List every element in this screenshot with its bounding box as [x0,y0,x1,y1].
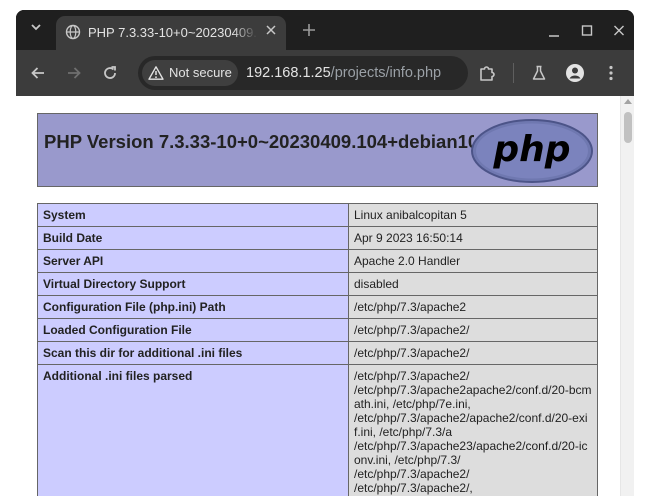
table-row: Virtual Directory Support disabled [37,272,598,296]
table-row: Scan this dir for additional .ini files /… [37,341,598,365]
extensions-puzzle-icon[interactable] [475,61,499,85]
browser-toolbar: Not secure 192.168.1.25/projects/info.ph… [16,50,634,96]
row-label: Build Date [37,226,349,250]
new-tab-plus-icon[interactable] [298,20,320,42]
row-value: /etc/php/7.3/apache2/ /etc/php/7.3/apach… [348,364,598,496]
window-close-icon[interactable] [608,20,630,42]
row-value: disabled [348,272,598,296]
kebab-menu-icon[interactable] [599,61,623,85]
url-path: /projects/info.php [330,65,442,81]
table-row: Configuration File (php.ini) Path/etc/ph… [37,295,598,319]
row-value: Apache 2.0 Handler [348,249,598,273]
browser-window: PHP 7.3.33-10+0~20230409.104+debian10~1.… [16,10,634,496]
table-row: Server API Apache 2.0 Handler [37,249,598,273]
tab-search-chevron-down-icon[interactable] [26,19,46,41]
row-label: Additional .ini files parsed [37,364,349,496]
row-value: /etc/php/7.3/apache2/ [348,318,598,342]
back-arrow-icon[interactable] [26,61,50,85]
maximize-icon[interactable] [576,20,598,42]
toolbar-divider [513,63,514,83]
page-viewport: PHP Version 7.3.33-10+0~20230409.104+deb… [16,96,634,496]
labs-flask-icon[interactable] [527,61,551,85]
forward-arrow-icon[interactable] [62,61,86,85]
row-label: System [37,203,349,227]
php-version-header: PHP Version 7.3.33-10+0~20230409.104+deb… [37,113,598,187]
url-host: 192.168.1.25 [246,65,331,81]
profile-avatar-icon[interactable] [563,61,587,85]
scroll-up-arrow-icon[interactable] [624,99,632,104]
tab-close-icon[interactable] [263,24,279,40]
page-scrollbar[interactable] [620,96,634,496]
row-label: Server API [37,249,349,273]
row-label: Loaded Configuration File [37,318,349,342]
page-title: PHP Version 7.3.33-10+0~20230409.104+deb… [44,131,474,152]
row-label: Scan this dir for additional .ini files [37,341,349,365]
tab-active[interactable]: PHP 7.3.33-10+0~20230409.104+debian10~1.… [56,16,286,50]
scroll-thumb[interactable] [624,112,632,143]
row-value: /etc/php/7.3/apache2/ [348,341,598,365]
minimize-icon[interactable] [543,20,565,42]
tab-title: PHP 7.3.33-10+0~20230409.104+debian10~1.… [88,25,258,40]
reload-icon[interactable] [98,61,122,85]
php-info-table: System Linux anibalcopitan 5 Build Date Apr… [37,203,598,496]
tab-strip: PHP 7.3.33-10+0~20230409.104+debian10~1.… [16,10,634,50]
php-logo: php [471,119,593,183]
globe-icon [65,24,81,40]
security-chip[interactable]: Not secure [142,60,238,86]
warning-triangle-icon [148,66,164,80]
table-row: System Linux anibalcopitan 5 [37,203,598,227]
row-value: Linux anibalcopitan 5 [348,203,598,227]
table-row: Build Date Apr 9 2023 16:50:14 [37,226,598,250]
url-text[interactable]: 192.168.1.25/projects/info.php [246,64,464,82]
table-row: Loaded Configuration File/etc/php/7.3/ap… [37,318,598,342]
address-bar[interactable]: Not secure 192.168.1.25/projects/info.ph… [138,56,468,90]
security-label: Not secure [169,65,232,80]
row-value: /etc/php/7.3/apache2 [348,295,598,319]
table-row: Additional .ini files parsed/etc/php/7.3… [37,364,598,496]
row-label: Virtual Directory Support [37,272,349,296]
row-label: Configuration File (php.ini) Path [37,295,349,319]
row-value: Apr 9 2023 16:50:14 [348,226,598,250]
svg-text:php: php [492,129,570,170]
